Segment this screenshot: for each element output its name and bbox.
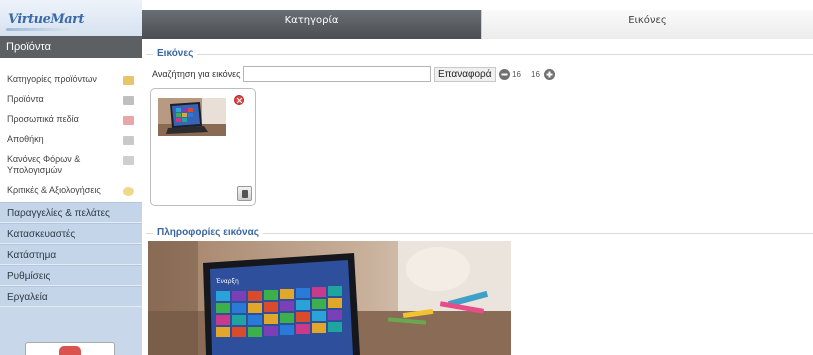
sidebar-item-label: Κανόνες Φόρων & Υπολογισμών [7, 154, 81, 175]
tab-category[interactable]: Κατηγορία [142, 10, 481, 39]
sidebar-item-label: Αποθήκη [7, 134, 44, 144]
logo-swoosh [6, 28, 76, 31]
svg-text:Έναρξη: Έναρξη [215, 278, 239, 285]
sidebar-item-label: Κριτικές & Αξιολογήσεις [7, 185, 101, 195]
logo-text: VirtueMart [8, 12, 85, 27]
sidebar-item-inventory[interactable]: Αποθήκη [0, 134, 142, 145]
sidebar-item-settings[interactable]: Ρυθμίσεις [0, 265, 142, 286]
delete-icon[interactable] [234, 95, 244, 105]
comment-icon [123, 187, 134, 196]
prev-count: 16 [512, 70, 521, 79]
tab-bar: Κατηγορία Εικόνες [142, 10, 813, 39]
calculator-icon [123, 156, 134, 165]
images-fieldset-border [146, 54, 813, 55]
sidebar-submenu: Κατηγορίες προϊόντων Προϊόντα Προσωπικά … [0, 58, 142, 202]
next-page-button[interactable] [544, 69, 555, 80]
thumbnail-image[interactable] [158, 98, 226, 136]
sidebar-section-products[interactable]: Προϊόντα [0, 36, 142, 58]
image-info-legend: Πληροφορίες εικόνας [153, 227, 263, 238]
stop-icon [59, 346, 81, 355]
images-legend: Εικόνες [153, 48, 198, 59]
minus-icon [501, 73, 508, 76]
sidebar-item-tax-rules[interactable]: Κανόνες Φόρων & Υπολογισμών [0, 154, 142, 176]
product-icon [123, 96, 134, 105]
sidebar-menu: Παραγγελίες & πελάτες Κατασκευαστές Κατά… [0, 202, 142, 307]
tab-images[interactable]: Εικόνες [481, 10, 813, 39]
next-count: 16 [531, 70, 540, 79]
image-preview: Έναρξη [148, 241, 511, 355]
prev-page-button[interactable] [499, 69, 510, 80]
sidebar-item-tools[interactable]: Εργαλεία [0, 286, 142, 307]
sidebar-item-products[interactable]: Προϊόντα [0, 94, 142, 105]
sidebar-item-label: Προϊόντα [7, 94, 44, 104]
search-label: Αναζήτηση για εικόνες [152, 69, 241, 79]
image-info-icon[interactable] [237, 186, 252, 201]
sidebar-item-label: Κατηγορίες προϊόντων [7, 74, 97, 84]
reset-button[interactable]: Επαναφορά [434, 67, 496, 82]
logo[interactable]: VirtueMart [0, 0, 142, 36]
sidebar: VirtueMart Προϊόντα Κατηγορίες προϊόντων… [0, 0, 142, 355]
custom-fields-icon [123, 116, 134, 125]
plus-icon [546, 71, 553, 78]
sidebar-item-label: Προσωπικά πεδία [7, 114, 79, 124]
sidebar-item-manufacturers[interactable]: Κατασκευαστές [0, 223, 142, 244]
sidebar-item-orders[interactable]: Παραγγελίες & πελάτες [0, 202, 142, 223]
sidebar-item-shop[interactable]: Κατάστημα [0, 244, 142, 265]
folder-icon [123, 76, 134, 85]
inventory-icon [123, 136, 134, 145]
sidebar-bottom-button[interactable] [25, 342, 115, 355]
search-input[interactable] [243, 66, 431, 82]
laptop-photo-thumbnail [158, 98, 226, 136]
sidebar-item-custom-fields[interactable]: Προσωπικά πεδία [0, 114, 142, 125]
sidebar-item-reviews[interactable]: Κριτικές & Αξιολογήσεις [0, 185, 142, 196]
laptop-photo: Έναρξη [148, 241, 511, 355]
sidebar-item-categories[interactable]: Κατηγορίες προϊόντων [0, 74, 142, 85]
